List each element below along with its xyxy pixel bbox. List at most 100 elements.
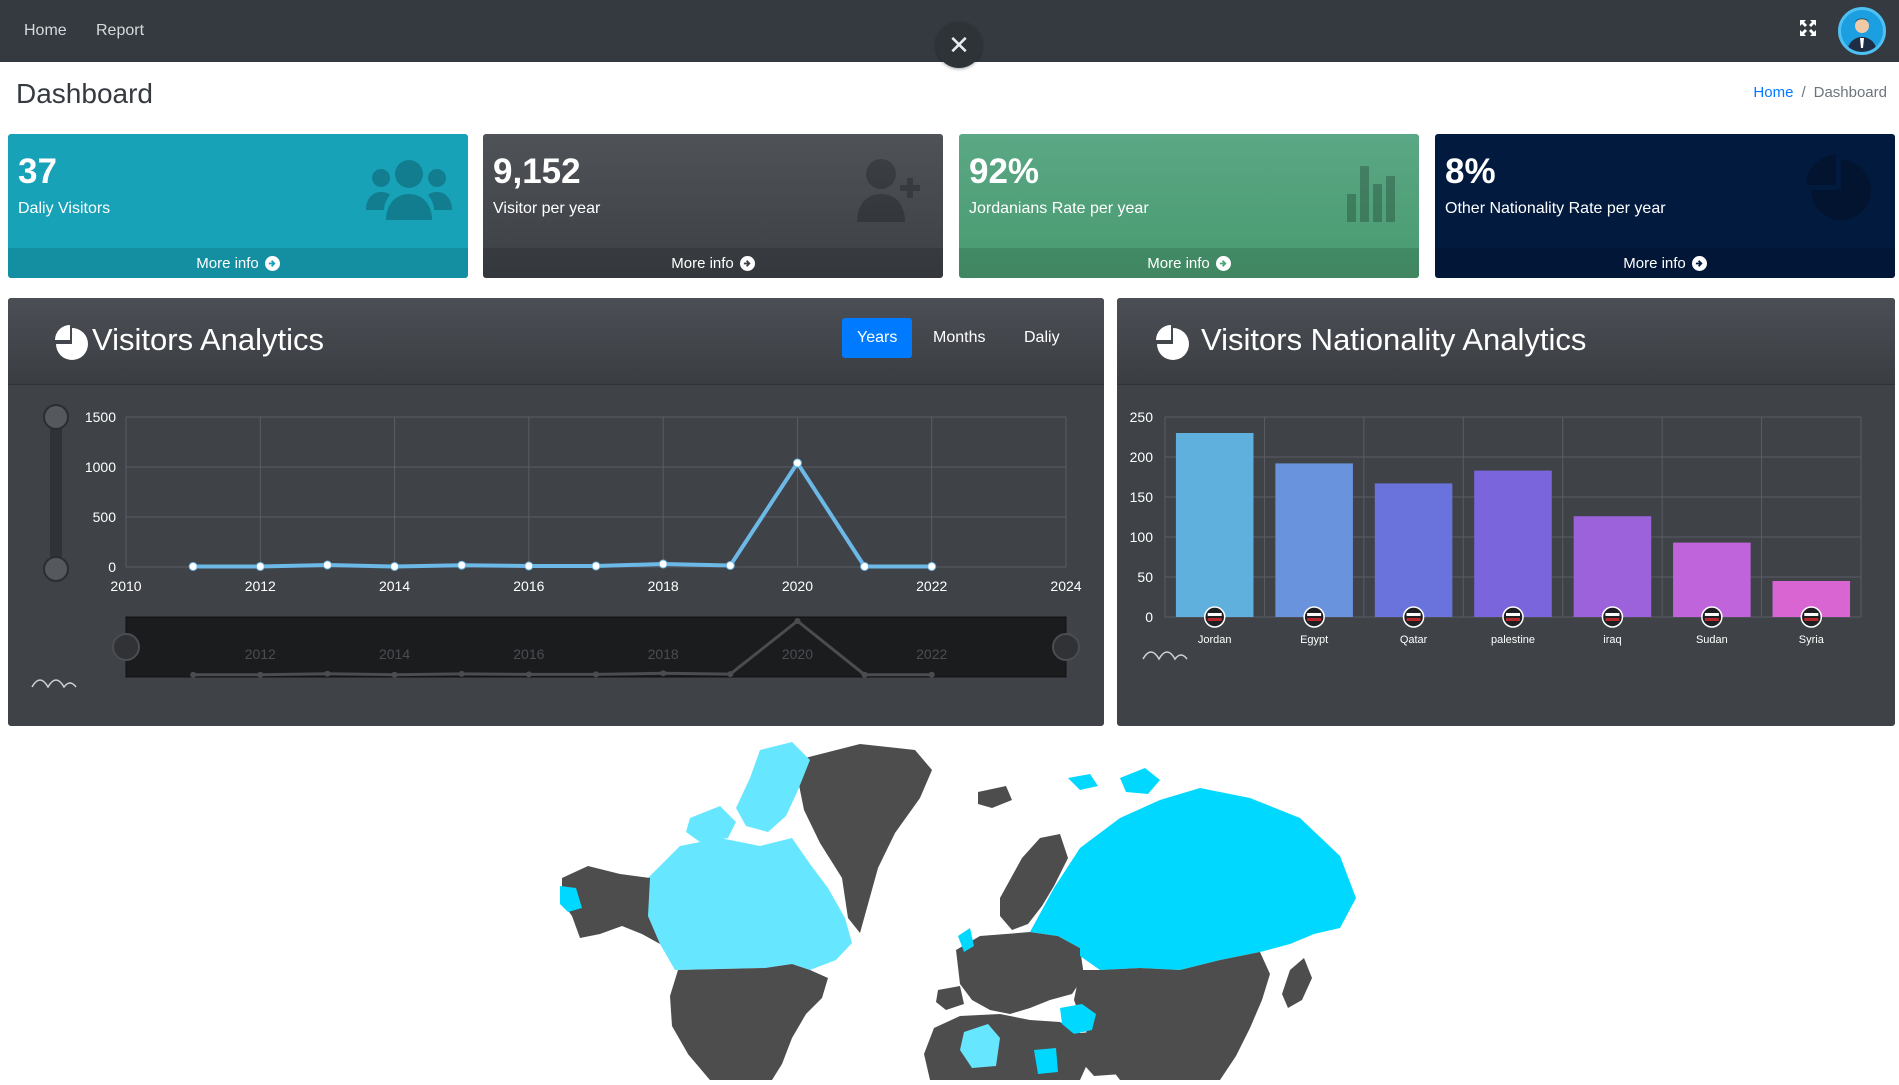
pie-chart-icon	[55, 325, 88, 360]
arrow-circle-right-icon	[1691, 255, 1707, 271]
page-title: Dashboard	[16, 78, 153, 109]
map-canada	[648, 838, 852, 970]
panel-title: Visitors Nationality Analytics	[1201, 322, 1587, 357]
x-tick-label: 2020	[782, 578, 813, 594]
arrow-circle-right-icon	[739, 255, 755, 271]
visitors-analytics-panel: Visitors Analytics Years Months Daliy 0 5…	[8, 298, 1104, 726]
map-canada-islands	[736, 742, 810, 832]
data-point	[792, 458, 802, 468]
x-tick-label: 2018	[648, 578, 679, 594]
flag-stripe	[1307, 618, 1322, 621]
fullscreen-icon[interactable]	[1798, 18, 1818, 38]
navigator-point	[324, 670, 331, 677]
more-info-link[interactable]: More info	[483, 248, 943, 278]
y-tick-label: 200	[1130, 449, 1154, 465]
pie-chart-icon	[1806, 155, 1871, 220]
x-tick-label: 2022	[916, 578, 947, 594]
x-tick-label: 2010	[110, 578, 141, 594]
x-tick-label: 2014	[379, 578, 410, 594]
stat-box-daily-visitors: 37 Daliy Visitors More info	[8, 134, 468, 278]
tab-months[interactable]: Months	[918, 318, 1000, 358]
data-point	[591, 561, 601, 571]
map-arctic-islands	[1068, 774, 1098, 790]
flag-stripe	[1207, 613, 1222, 616]
flag-marker-icon	[1601, 606, 1624, 628]
stat-label: Other Nationality Rate per year	[1445, 200, 1666, 217]
breadcrumb-current: Dashboard	[1813, 84, 1887, 101]
flag-stripe	[1307, 613, 1322, 616]
stat-value: 37	[18, 152, 57, 191]
flag-stripe	[1406, 613, 1421, 616]
data-point	[188, 562, 198, 571]
panel-header: Visitors Analytics Years Months Daliy	[8, 298, 1104, 385]
arrow-circle-right-icon	[264, 255, 280, 271]
map-novaya-zemlya	[1120, 768, 1160, 794]
flag-stripe	[1406, 618, 1421, 621]
navigator-point	[391, 671, 398, 678]
nationality-bar-chart: 0 50 100 150 200 250 Jordan Egypt Qatar palestine…	[1130, 409, 1862, 661]
navigator-point	[928, 671, 935, 678]
x-tick-label: 2012	[245, 578, 276, 594]
flag-marker-icon	[1701, 606, 1723, 628]
navigator-point	[257, 671, 264, 678]
map-europe	[956, 932, 1084, 1014]
map-russia	[1030, 788, 1356, 970]
more-info-link[interactable]: More info	[959, 248, 1419, 278]
navigator-label: 2020	[782, 646, 813, 662]
map-japan	[1282, 958, 1312, 1008]
navigator-label: 2022	[916, 646, 947, 662]
flag-stripe	[1605, 618, 1620, 621]
flag-stripe	[1704, 618, 1719, 621]
more-info-link[interactable]: More info	[8, 248, 468, 278]
navigator-handle-right[interactable]	[1052, 633, 1080, 661]
y-tick-label: 500	[93, 509, 117, 525]
flag-marker-icon	[1203, 606, 1226, 628]
user-avatar-icon	[1847, 18, 1877, 52]
more-info-label: More info	[1147, 254, 1210, 272]
navigator-point	[861, 671, 868, 678]
stat-value: 8%	[1445, 152, 1496, 191]
pie-chart-icon	[1156, 325, 1189, 360]
bar-chart-icon	[1347, 166, 1395, 222]
flag-stripe	[1704, 613, 1719, 616]
tab-years[interactable]: Years	[842, 318, 913, 358]
navigator-point	[593, 671, 599, 678]
navigator-handle-left[interactable]	[112, 633, 140, 661]
x-category-label: Egypt	[1300, 634, 1328, 646]
world-map-svg	[560, 742, 1356, 1080]
range-slider-handle-bottom[interactable]	[43, 556, 69, 582]
range-slider-handle-top[interactable]	[43, 404, 69, 430]
top-navbar: Home Report ✕	[0, 0, 1899, 68]
breadcrumb: Home / Dashboard	[1753, 84, 1887, 101]
stat-value: 92%	[969, 152, 1040, 191]
stat-label: Visitor per year	[493, 200, 601, 217]
more-info-link[interactable]: More info	[1435, 248, 1895, 278]
flag-marker-icon	[1303, 606, 1325, 628]
nationality-analytics-panel: Visitors Nationality Analytics 0 50 100 150…	[1117, 298, 1895, 726]
data-point	[390, 562, 400, 571]
breadcrumb-home-link[interactable]: Home	[1753, 84, 1793, 101]
navigator-point	[727, 671, 734, 678]
close-button[interactable]: ✕	[936, 22, 982, 68]
data-point	[725, 561, 735, 570]
navigator-point	[525, 671, 532, 678]
y-tick-label: 0	[1145, 609, 1153, 625]
map-usa	[670, 964, 828, 1080]
x-category-label: Sudan	[1696, 634, 1728, 646]
data-point	[524, 561, 534, 571]
map-canada-islands-2	[686, 806, 736, 842]
nav-home-link[interactable]: Home	[24, 22, 67, 40]
bar	[1573, 516, 1652, 617]
stat-label: Jordanians Rate per year	[969, 200, 1149, 217]
users-icon	[366, 160, 452, 220]
avatar[interactable]	[1838, 7, 1886, 55]
map-iceland	[978, 786, 1012, 808]
bar	[1673, 542, 1751, 617]
visitors-line-chart: 0 500 1000 1500 2010 2012 2014 2016 2018 2020 2022…	[31, 404, 1082, 689]
navigator-label: 2014	[379, 646, 410, 662]
data-point	[927, 562, 937, 571]
nav-report-link[interactable]: Report	[96, 22, 144, 40]
tab-daily[interactable]: Daliy	[1009, 318, 1075, 358]
y-tick-label: 1500	[85, 409, 116, 425]
world-map[interactable]	[560, 738, 1360, 1080]
